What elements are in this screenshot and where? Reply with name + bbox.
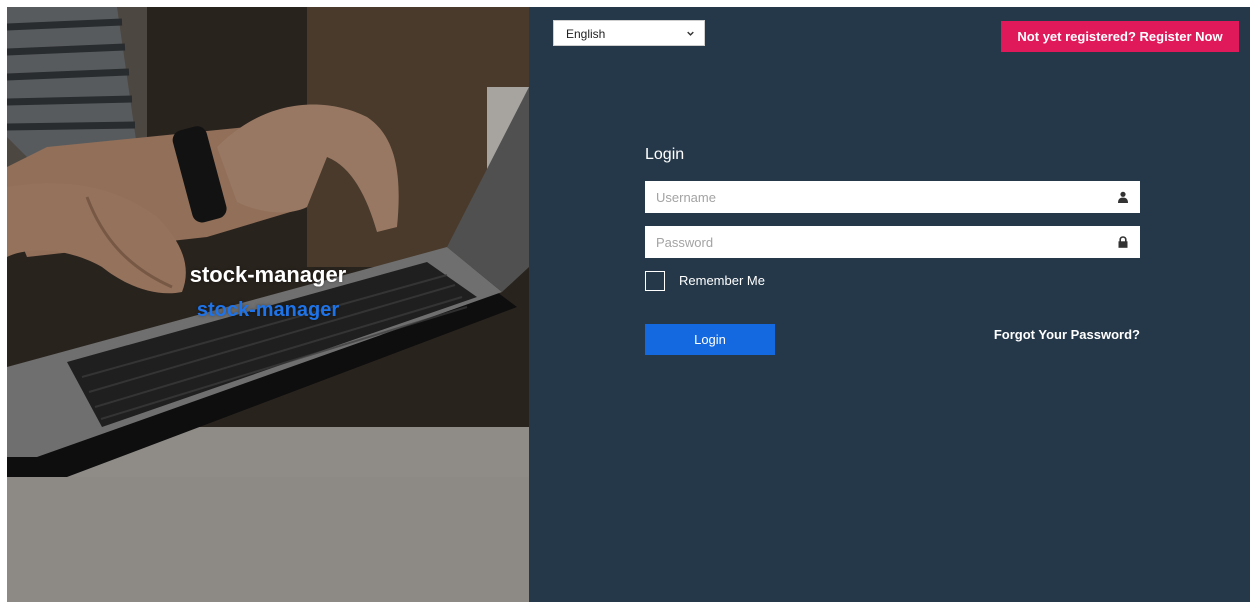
password-field-wrapper	[645, 226, 1140, 258]
hero-image-panel: stock-manager stock-manager	[7, 7, 529, 602]
forgot-password-link[interactable]: Forgot Your Password?	[994, 327, 1140, 342]
page: stock-manager stock-manager English Not …	[7, 7, 1250, 602]
password-input[interactable]	[645, 226, 1105, 258]
login-panel: English Not yet registered? Register Now…	[529, 7, 1250, 602]
chevron-down-icon	[687, 31, 694, 36]
login-button[interactable]: Login	[645, 324, 775, 355]
login-heading: Login	[645, 146, 685, 163]
brand-subtitle: stock-manager	[196, 299, 340, 321]
register-now-button[interactable]: Not yet registered? Register Now	[1001, 21, 1239, 52]
user-icon	[1118, 191, 1128, 203]
remember-me-label[interactable]: Remember Me	[679, 273, 765, 288]
remember-me-checkbox[interactable]	[645, 271, 665, 291]
page-frame: stock-manager stock-manager English Not …	[0, 0, 1257, 602]
username-field-wrapper	[645, 181, 1140, 213]
username-input[interactable]	[645, 181, 1105, 213]
language-select[interactable]: English	[553, 20, 705, 46]
brand-title: stock-manager	[189, 262, 347, 287]
language-selected: English	[566, 27, 606, 41]
lock-icon	[1118, 236, 1128, 248]
